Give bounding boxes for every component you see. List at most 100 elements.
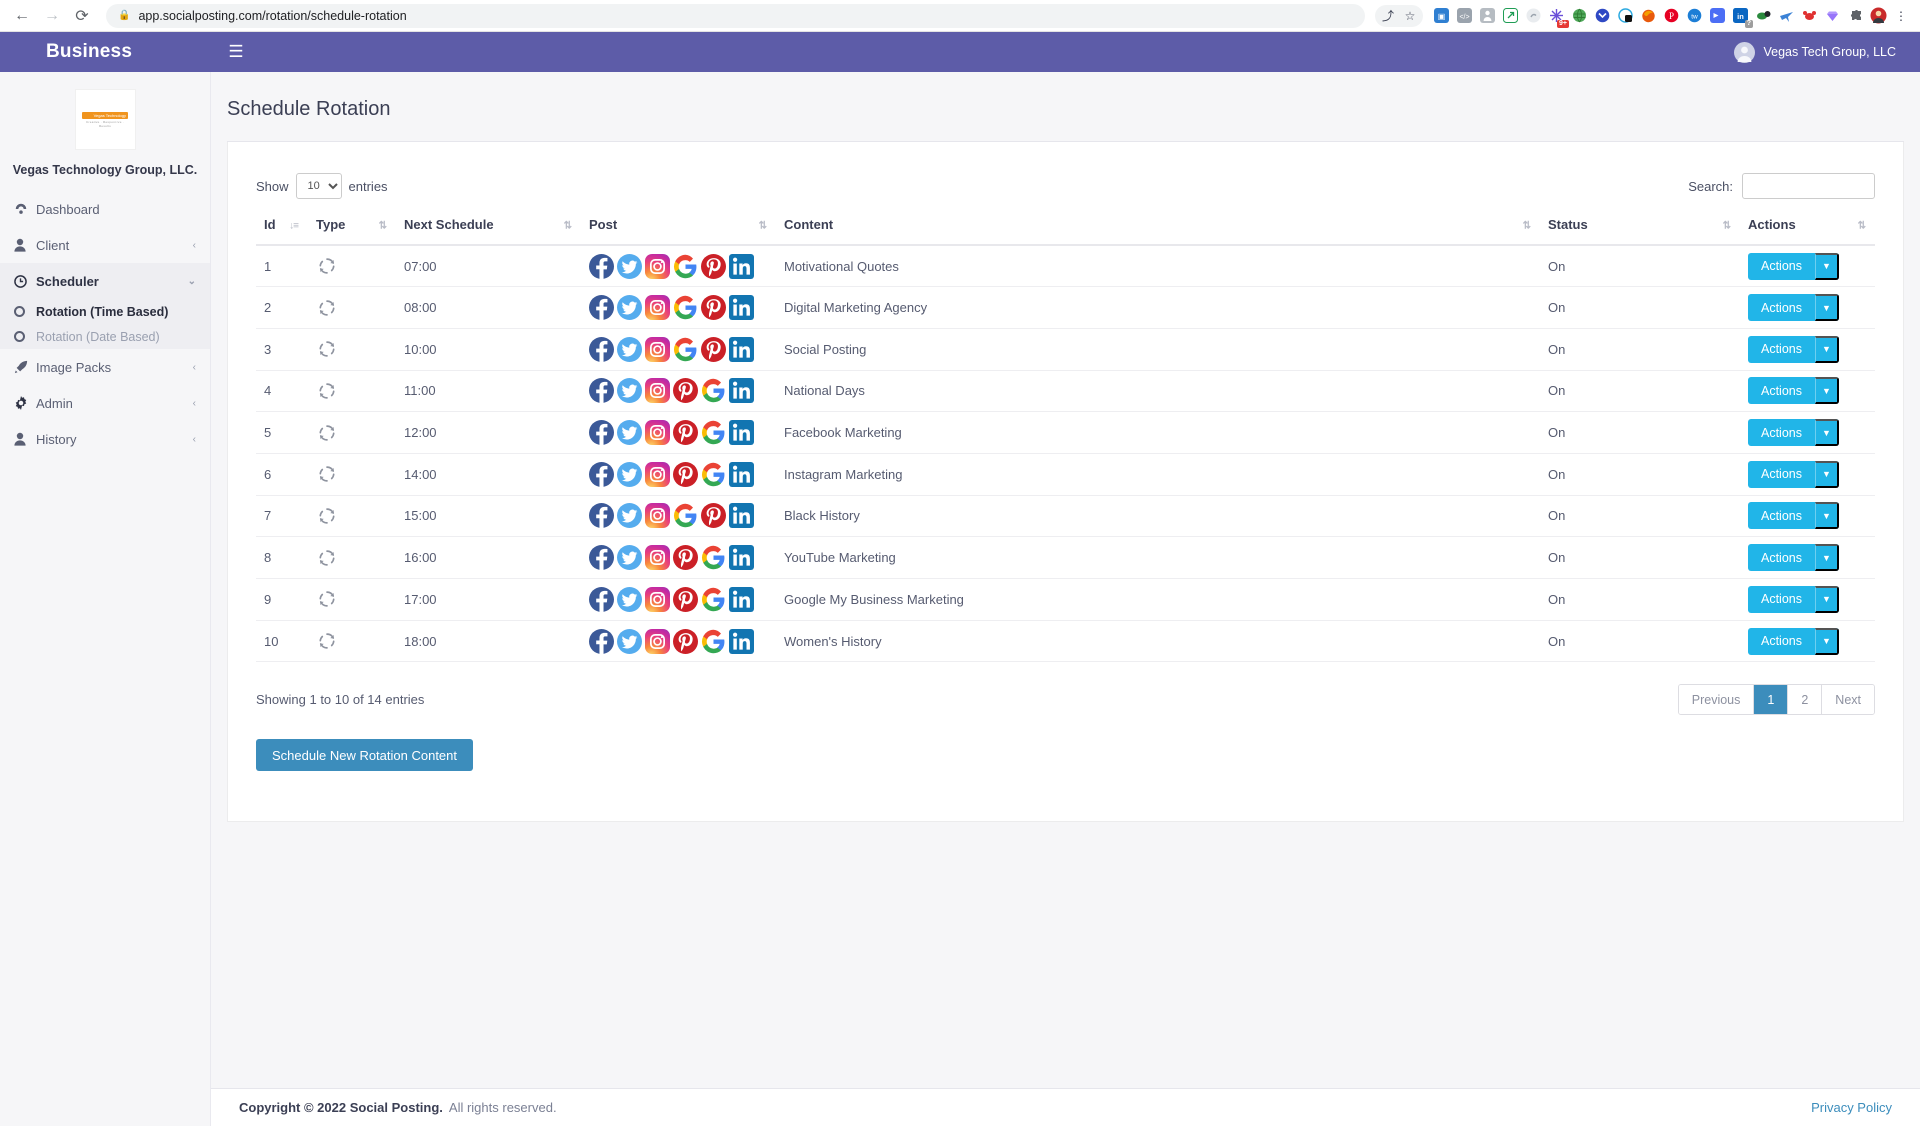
sort-both-icon[interactable]: ⇅ bbox=[379, 221, 387, 232]
actions-button[interactable]: Actions bbox=[1748, 377, 1815, 405]
page-footer: Copyright © 2022 Social Posting. All rig… bbox=[211, 1088, 1920, 1126]
reload-icon[interactable]: ⟳ bbox=[68, 2, 96, 30]
actions-button[interactable]: Actions bbox=[1748, 294, 1815, 322]
actions-button-group[interactable]: Actions ▼ bbox=[1748, 502, 1839, 530]
network-icon-row bbox=[589, 545, 768, 571]
actions-button-group[interactable]: Actions ▼ bbox=[1748, 627, 1839, 655]
sort-both-icon[interactable]: ⇅ bbox=[759, 221, 767, 232]
pagination-button[interactable]: 2 bbox=[1788, 685, 1823, 715]
pocket-blue-icon[interactable] bbox=[1591, 5, 1613, 27]
firefox-icon[interactable] bbox=[1637, 5, 1659, 27]
actions-dropdown-toggle[interactable]: ▼ bbox=[1815, 294, 1839, 322]
cell-next-schedule: 18:00 bbox=[396, 620, 581, 663]
kebab-menu-icon[interactable]: ⋮ bbox=[1890, 5, 1912, 27]
sparkle-icon[interactable]: 9+ bbox=[1545, 5, 1569, 28]
puzzle-icon[interactable] bbox=[1844, 5, 1866, 27]
pagination-button[interactable]: 1 bbox=[1754, 685, 1789, 715]
actions-dropdown-toggle[interactable]: ▼ bbox=[1815, 419, 1839, 447]
sidebar-item-dashboard[interactable]: Dashboard bbox=[0, 191, 210, 227]
actions-button-group[interactable]: Actions ▼ bbox=[1748, 335, 1839, 363]
actions-button-group[interactable]: Actions ▼ bbox=[1748, 294, 1839, 322]
column-header-status[interactable]: Status ⇅ bbox=[1540, 208, 1740, 246]
address-bar[interactable]: 🔒 app.socialposting.com/rotation/schedul… bbox=[106, 3, 1365, 28]
column-label: Next Schedule bbox=[404, 217, 494, 232]
globe-icon[interactable] bbox=[1568, 5, 1590, 27]
loop-gray-icon[interactable] bbox=[1522, 5, 1544, 27]
sidebar-item-label: Admin bbox=[36, 395, 73, 411]
sort-both-icon[interactable]: ⇅ bbox=[1723, 221, 1731, 232]
sidebar-item-scheduler[interactable]: Scheduler ⌄ bbox=[0, 263, 210, 299]
column-header-actions[interactable]: Actions ⇅ bbox=[1740, 208, 1875, 246]
pagination-button[interactable]: Next bbox=[1822, 685, 1874, 715]
actions-button-group[interactable]: Actions ▼ bbox=[1748, 377, 1839, 405]
actions-button-group[interactable]: Actions ▼ bbox=[1748, 544, 1839, 572]
table-card: Show 102550100 entries Search: Id ↓≡ bbox=[227, 142, 1904, 822]
external-link-icon[interactable] bbox=[1499, 5, 1521, 27]
actions-button[interactable]: Actions bbox=[1748, 544, 1815, 572]
forward-arrow-icon[interactable]: → bbox=[38, 2, 66, 30]
sidebar-item-rotation-date-based[interactable]: Rotation (Date Based) bbox=[0, 324, 210, 349]
column-header-content[interactable]: Content ⇅ bbox=[776, 208, 1540, 246]
person-gray-icon[interactable] bbox=[1476, 5, 1498, 27]
privacy-lock-icon[interactable] bbox=[1614, 5, 1636, 27]
sort-desc-icon[interactable]: ↓≡ bbox=[289, 221, 299, 232]
actions-button[interactable]: Actions bbox=[1748, 419, 1815, 447]
actions-dropdown-toggle[interactable]: ▼ bbox=[1815, 377, 1839, 405]
chat-bubble-icon[interactable] bbox=[1752, 5, 1774, 27]
actions-button-group[interactable]: Actions ▼ bbox=[1748, 460, 1839, 488]
crab-icon[interactable] bbox=[1798, 5, 1820, 27]
airplane-icon[interactable] bbox=[1775, 5, 1797, 27]
cell-post-networks bbox=[581, 495, 776, 538]
actions-dropdown-toggle[interactable]: ▼ bbox=[1815, 252, 1839, 280]
sidebar-item-image-packs[interactable]: Image Packs ‹ bbox=[0, 349, 210, 385]
sidebar-item-rotation-time-based[interactable]: Rotation (Time Based) bbox=[0, 299, 210, 324]
sidebar-item-history[interactable]: History ‹ bbox=[0, 421, 210, 457]
share-icon[interactable]: ⤴ bbox=[1377, 5, 1399, 27]
actions-button[interactable]: Actions bbox=[1748, 627, 1815, 655]
diamond-icon[interactable] bbox=[1821, 5, 1843, 27]
actions-dropdown-toggle[interactable]: ▼ bbox=[1815, 544, 1839, 572]
code-icon[interactable]: </> bbox=[1453, 5, 1475, 27]
tweetwise-icon[interactable]: tw bbox=[1683, 5, 1705, 27]
pinterest-ext-icon[interactable]: P bbox=[1660, 5, 1682, 27]
cell-next-schedule: 16:00 bbox=[396, 536, 581, 579]
sort-both-icon[interactable]: ⇅ bbox=[1523, 221, 1531, 232]
column-header-id[interactable]: Id ↓≡ bbox=[256, 208, 308, 246]
entries-length-select[interactable]: 102550100 bbox=[295, 173, 342, 199]
pagination-button[interactable]: Previous bbox=[1678, 685, 1755, 715]
actions-button[interactable]: Actions bbox=[1748, 460, 1815, 488]
column-header-post[interactable]: Post ⇅ bbox=[581, 208, 776, 246]
actions-button[interactable]: Actions bbox=[1748, 502, 1815, 530]
evernote-icon[interactable]: ▣ bbox=[1430, 5, 1452, 27]
column-header-type[interactable]: Type ⇅ bbox=[308, 208, 396, 246]
sidebar-item-client[interactable]: Client ‹ bbox=[0, 227, 210, 263]
actions-button-group[interactable]: Actions ▼ bbox=[1748, 585, 1839, 613]
topnav-user-area[interactable]: Vegas Tech Group, LLC bbox=[1733, 41, 1920, 63]
actions-dropdown-toggle[interactable]: ▼ bbox=[1815, 627, 1839, 655]
sort-both-icon[interactable]: ⇅ bbox=[564, 221, 572, 232]
send-blue-icon[interactable] bbox=[1706, 5, 1728, 27]
profile-photo-icon[interactable] bbox=[1867, 5, 1889, 27]
cell-next-schedule: 07:00 bbox=[396, 245, 581, 288]
hamburger-icon[interactable]: ☰ bbox=[225, 42, 247, 62]
back-arrow-icon[interactable]: ← bbox=[8, 2, 36, 30]
actions-dropdown-toggle[interactable]: ▼ bbox=[1815, 460, 1839, 488]
star-icon[interactable]: ☆ bbox=[1399, 5, 1421, 27]
actions-button[interactable]: Actions bbox=[1748, 335, 1815, 363]
schedule-new-rotation-content-button[interactable]: Schedule New Rotation Content bbox=[256, 739, 474, 772]
actions-button[interactable]: Actions bbox=[1748, 252, 1815, 280]
search-input[interactable] bbox=[1742, 173, 1875, 199]
pinterest-icon bbox=[673, 378, 698, 404]
actions-dropdown-toggle[interactable]: ▼ bbox=[1815, 502, 1839, 530]
actions-dropdown-toggle[interactable]: ▼ bbox=[1815, 335, 1839, 363]
actions-button[interactable]: Actions bbox=[1748, 585, 1815, 613]
column-header-next-schedule[interactable]: Next Schedule ⇅ bbox=[396, 208, 581, 246]
actions-button-group[interactable]: Actions ▼ bbox=[1748, 252, 1839, 280]
linkedin-ext-icon[interactable]: in ? bbox=[1729, 5, 1753, 28]
privacy-policy-link[interactable]: Privacy Policy bbox=[1811, 1100, 1892, 1115]
actions-dropdown-toggle[interactable]: ▼ bbox=[1815, 585, 1839, 613]
actions-button-group[interactable]: Actions ▼ bbox=[1748, 419, 1839, 447]
linkedin-icon bbox=[729, 461, 754, 487]
sort-both-icon[interactable]: ⇅ bbox=[1858, 221, 1866, 232]
sidebar-item-admin[interactable]: Admin ‹ bbox=[0, 385, 210, 421]
